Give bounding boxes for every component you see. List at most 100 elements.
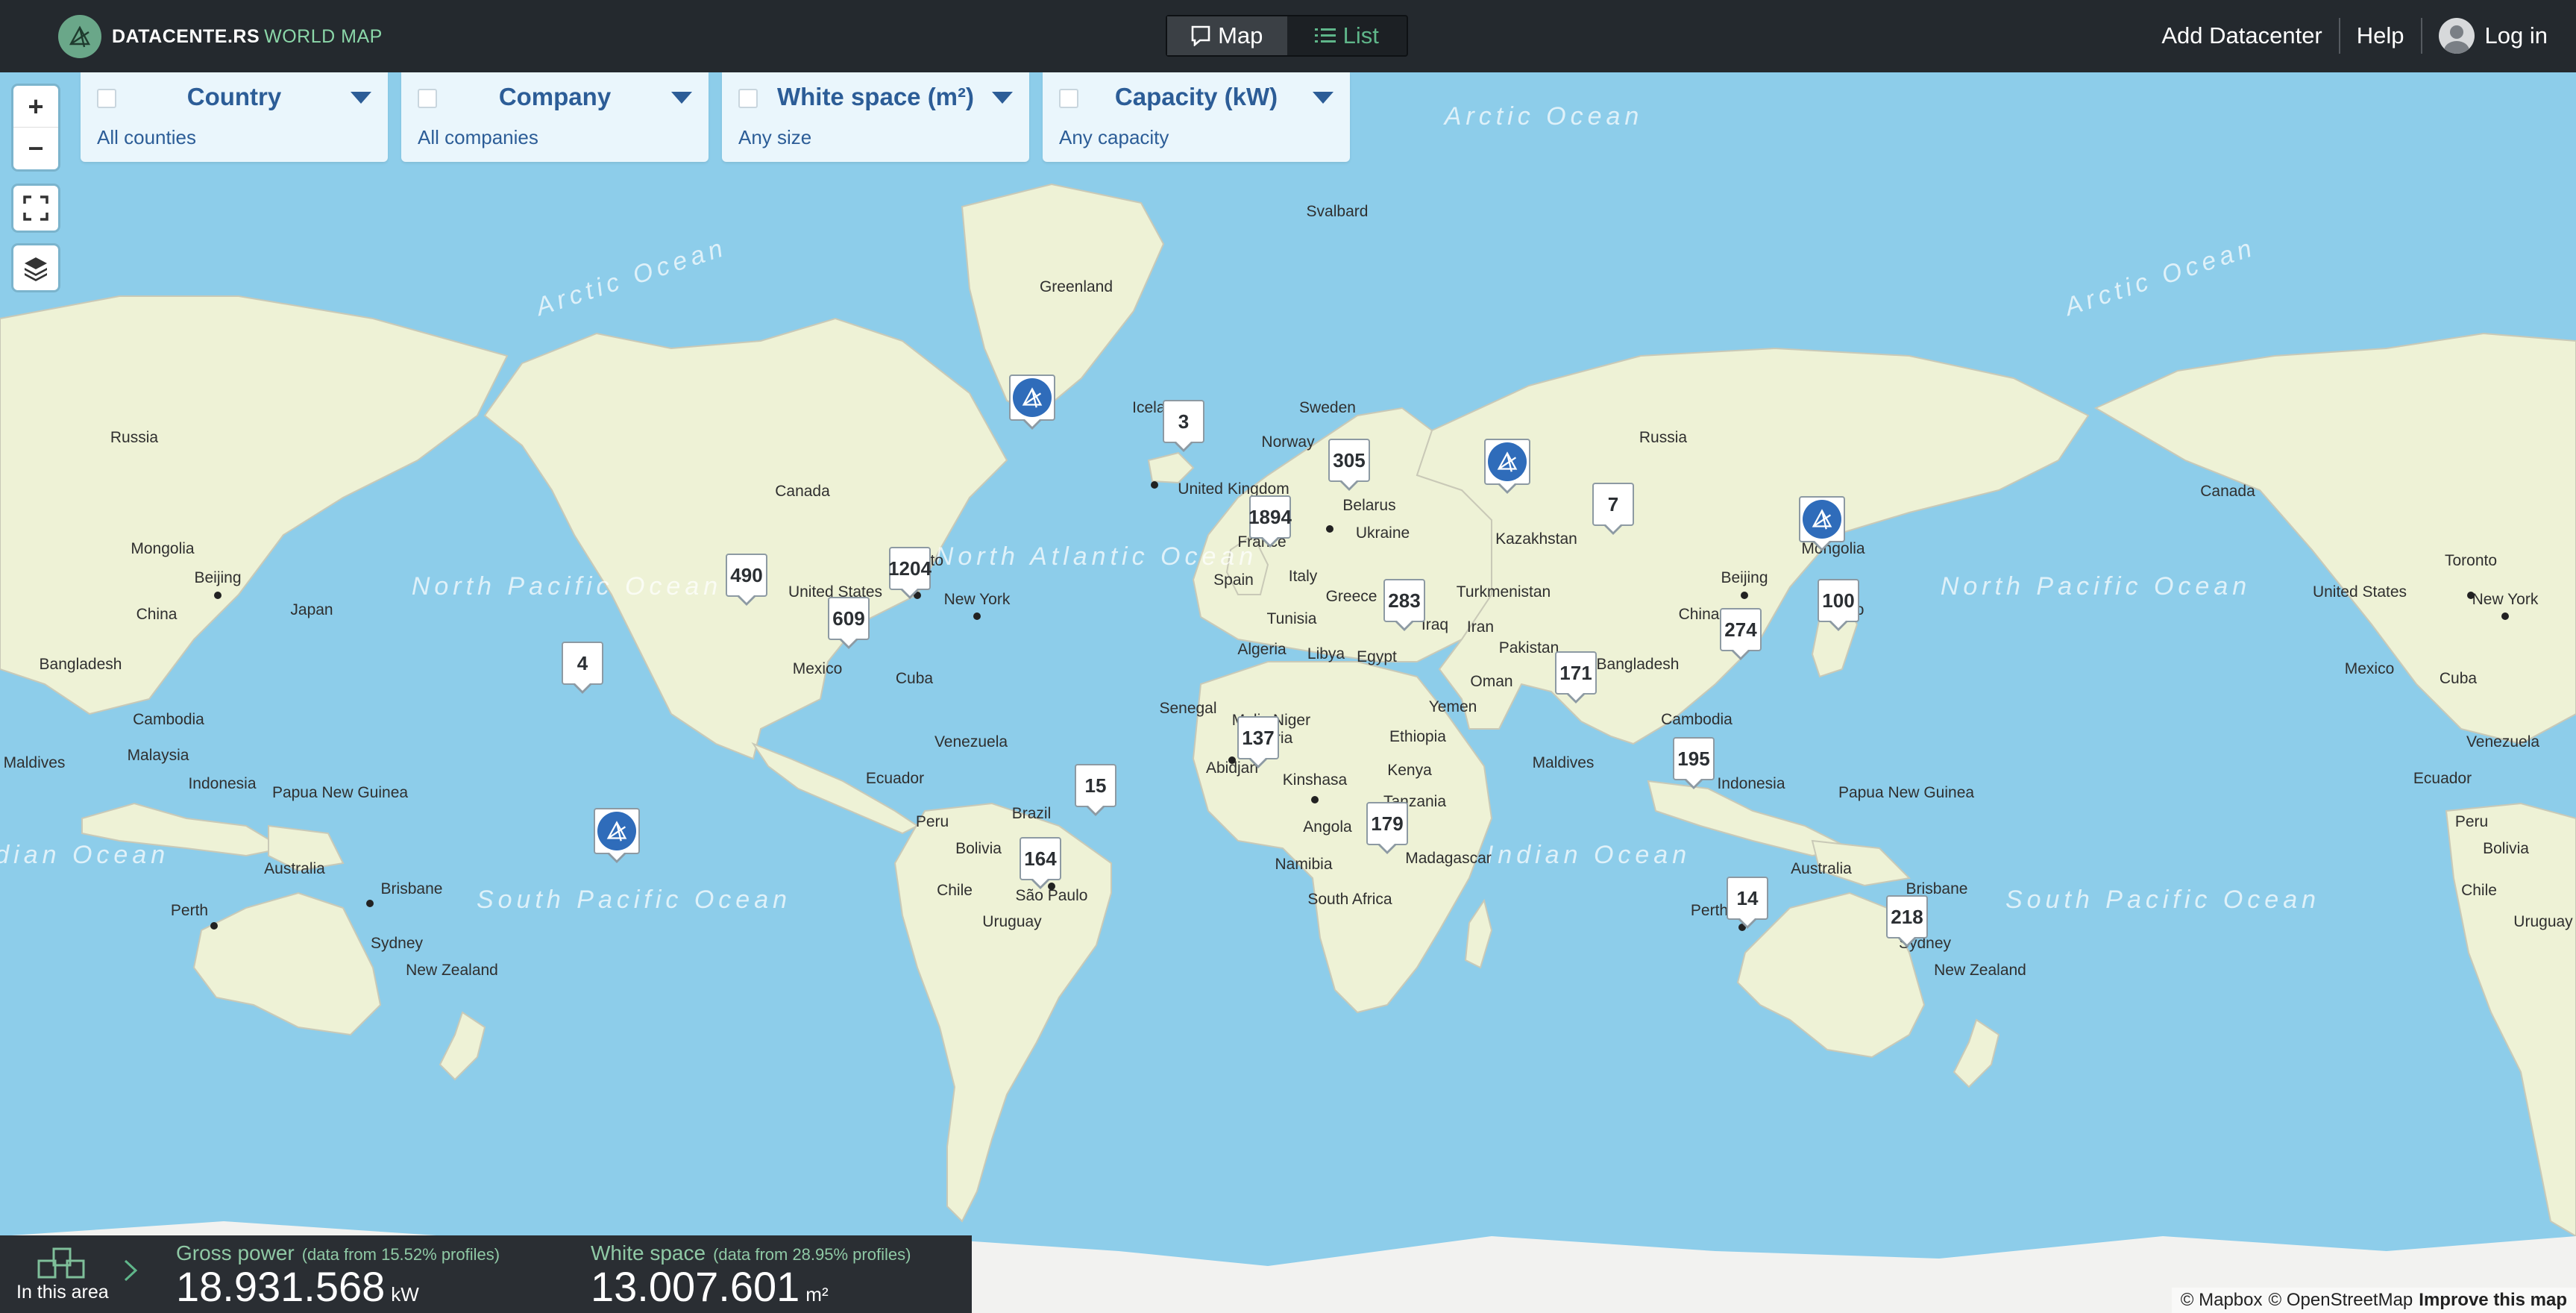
cluster-marker[interactable]: 7 — [1592, 483, 1634, 535]
gross-power-value: 18.931.568 kW — [176, 1263, 419, 1310]
cluster-marker[interactable]: 305 — [1328, 439, 1370, 491]
place-label: Peru — [916, 813, 949, 830]
cluster-marker[interactable]: 15 — [1075, 764, 1116, 816]
country-filter-checkbox[interactable] — [97, 89, 116, 108]
cluster-marker[interactable]: 609 — [828, 597, 870, 649]
cluster-count: 137 — [1242, 726, 1275, 749]
cluster-marker[interactable]: 195 — [1673, 737, 1715, 789]
city-dot — [973, 612, 981, 620]
place-label: Uruguay — [2513, 913, 2573, 930]
caret-down-icon[interactable] — [671, 92, 692, 104]
cluster-marker[interactable]: 100 — [1818, 579, 1859, 631]
place-label: Senegal — [1159, 700, 1216, 717]
improve-map-link[interactable]: Improve this map — [2419, 1290, 2567, 1311]
cluster-count: 609 — [832, 607, 865, 630]
place-label: South Africa — [1307, 891, 1392, 908]
place-label: Kinshasa — [1283, 771, 1348, 789]
cluster-marker[interactable]: 218 — [1886, 895, 1928, 947]
cluster-marker[interactable]: 1204 — [888, 547, 932, 599]
place-label: Perth — [1691, 902, 1728, 919]
brand-logo-link[interactable]: DATACENTE.RS WORLD MAP — [58, 15, 383, 58]
place-label: Norway — [1261, 433, 1315, 451]
cluster-count: 305 — [1333, 448, 1366, 471]
ocean-label: South Pacific Ocean — [477, 886, 791, 914]
place-label: Tunisia — [1267, 610, 1317, 627]
place-label: Belarus — [1342, 497, 1395, 514]
datacenter-logo-icon — [597, 812, 636, 850]
datacenter-logo-marker[interactable] — [594, 808, 640, 863]
brand-name: DATACENTE.RS WORLD MAP — [112, 25, 383, 47]
osm-attribution-link[interactable]: © OpenStreetMap — [2269, 1290, 2413, 1311]
cluster-marker[interactable]: 164 — [1020, 837, 1061, 889]
place-label: Mexico — [793, 660, 843, 677]
city-dot — [1228, 756, 1236, 764]
mapbox-attribution-link[interactable]: © Mapbox — [2181, 1290, 2263, 1311]
capacity-filter[interactable]: Capacity (kW) Any capacity — [1043, 72, 1350, 162]
area-selection-icon — [37, 1247, 85, 1279]
city-dot — [366, 900, 374, 907]
cluster-marker[interactable]: 14 — [1727, 877, 1768, 929]
white-space-filter-checkbox[interactable] — [738, 89, 758, 108]
cluster-marker[interactable]: 171 — [1555, 651, 1597, 703]
cluster-marker[interactable]: 1894 — [1248, 495, 1292, 548]
fullscreen-button[interactable] — [13, 186, 58, 231]
cluster-count: 274 — [1724, 618, 1757, 641]
country-filter[interactable]: Country All counties — [81, 72, 388, 162]
datacenter-logo-marker[interactable] — [1484, 439, 1530, 494]
place-label: New Zealand — [406, 962, 498, 979]
gross-power-note: (data from 15.52% profiles) — [301, 1245, 500, 1264]
capacity-filter-checkbox[interactable] — [1059, 89, 1078, 108]
place-label: Angola — [1303, 818, 1352, 836]
place-label: Russia — [110, 429, 159, 446]
company-filter-title: Company — [498, 83, 612, 110]
cluster-count: 171 — [1559, 661, 1592, 684]
caret-down-icon[interactable] — [992, 92, 1013, 104]
cluster-marker[interactable]: 4 — [562, 642, 603, 694]
datacenter-logo-marker[interactable] — [1799, 496, 1845, 551]
add-datacenter-link[interactable]: Add Datacenter — [2145, 22, 2338, 49]
caret-down-icon[interactable] — [351, 92, 371, 104]
caret-down-icon[interactable] — [1313, 92, 1333, 104]
cluster-marker[interactable]: 137 — [1237, 716, 1279, 768]
place-label: Iraq — [1421, 616, 1448, 633]
cluster-marker[interactable]: 179 — [1366, 802, 1408, 854]
list-view-button[interactable]: List — [1287, 16, 1407, 55]
cluster-marker[interactable]: 283 — [1383, 579, 1425, 631]
help-link[interactable]: Help — [2340, 22, 2421, 49]
cluster-count: 3 — [1178, 410, 1190, 433]
cluster-count: 490 — [730, 563, 763, 586]
cluster-count: 7 — [1607, 492, 1619, 516]
place-label: Beijing — [1721, 569, 1768, 586]
company-filter-checkbox[interactable] — [418, 89, 437, 108]
place-label: Cambodia — [133, 711, 204, 728]
datacenter-logo-icon — [1488, 442, 1527, 481]
datacenter-logo-marker[interactable] — [1009, 375, 1055, 430]
place-label: Venezuela — [934, 733, 1008, 750]
place-label: Maldives — [4, 754, 66, 771]
cluster-marker[interactable]: 3 — [1163, 400, 1204, 452]
login-label: Log in — [2484, 22, 2548, 48]
login-link[interactable]: Log in — [2422, 18, 2548, 54]
layers-button[interactable] — [13, 245, 58, 290]
chevron-right-icon[interactable] — [123, 1259, 138, 1282]
zoom-in-button[interactable]: + — [13, 86, 58, 128]
capacity-filter-value: Any capacity — [1059, 126, 1169, 148]
white-space-filter-title: White space (m²) — [776, 83, 975, 110]
white-space-filter[interactable]: White space (m²) Any size — [722, 72, 1029, 162]
place-label: Cuba — [2440, 670, 2478, 687]
world-map[interactable]: Arctic Ocean Arctic Ocean Arctic Ocean N… — [0, 72, 2576, 1313]
place-label: Ethiopia — [1389, 728, 1446, 745]
datacenter-logo-icon — [1803, 500, 1841, 539]
fullscreen-icon — [23, 195, 48, 221]
place-label: Egypt — [1357, 648, 1397, 665]
cluster-marker[interactable]: 274 — [1720, 608, 1762, 660]
company-filter[interactable]: Company All companies — [401, 72, 709, 162]
cluster-count: 1204 — [888, 557, 932, 580]
place-label: Bolivia — [955, 840, 1002, 857]
layers-icon — [25, 257, 47, 281]
map-view-button[interactable]: Map — [1167, 16, 1287, 55]
white-space-unit: m² — [805, 1283, 829, 1306]
zoom-out-button[interactable]: − — [13, 128, 58, 169]
cluster-marker[interactable]: 490 — [726, 554, 767, 606]
place-label: Greenland — [1040, 278, 1113, 295]
